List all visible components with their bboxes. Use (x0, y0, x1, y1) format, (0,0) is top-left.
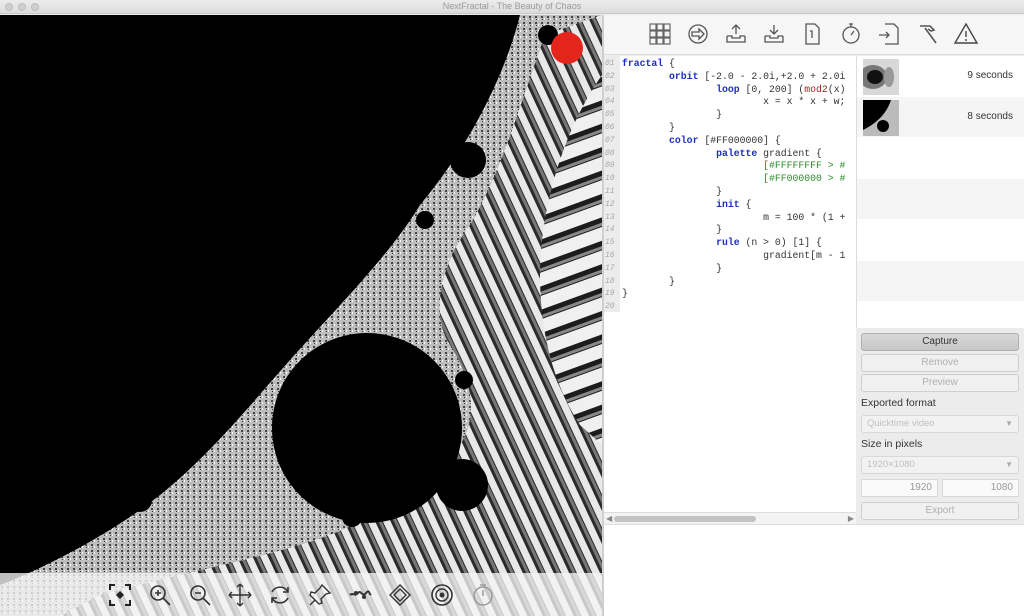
code-text[interactable]: m = 100 * (1 + (622, 212, 845, 225)
line-number: 03 (605, 84, 615, 94)
code-text[interactable]: loop [0, 200] (mod2(x) (622, 84, 845, 97)
job-thumbnail (863, 59, 899, 95)
code-text[interactable]: init { (622, 199, 751, 212)
pin-icon[interactable] (306, 581, 334, 609)
code-text[interactable]: rule (n > 0) [1] { (622, 237, 822, 250)
line-number: 10 (605, 174, 615, 184)
exported-format-label: Exported format (861, 397, 936, 409)
bottom-toolbar (0, 573, 602, 616)
code-text[interactable]: } (622, 288, 628, 301)
editor-horizontal-scrollbar[interactable]: ◀ ▶ (604, 512, 856, 524)
line-number: 15 (605, 238, 615, 248)
code-text[interactable]: palette gradient { (622, 148, 822, 161)
bottom-empty-pane (604, 524, 1024, 616)
top-toolbar (604, 15, 1024, 55)
zoom-in-icon[interactable] (146, 581, 174, 609)
line-number: 08 (605, 148, 615, 158)
export-controls: Capture Remove Preview Exported format Q… (856, 328, 1024, 524)
line-number: 06 (605, 123, 615, 132)
code-text[interactable]: [#FF000000 > # (622, 173, 845, 186)
stopwatch-icon[interactable] (838, 21, 864, 47)
code-text[interactable]: [#FFFFFFFF > # (622, 160, 845, 173)
scroll-left-icon[interactable]: ◀ (606, 514, 612, 523)
code-text[interactable]: } (622, 276, 675, 289)
jobs-list: 9 seconds 8 seconds (856, 56, 1024, 328)
code-editor[interactable]: 01 fractal { 02 orbit [-2.0 - 2.0i,+2.0 + … (604, 56, 856, 512)
size-label: Size in pixels (861, 438, 923, 450)
line-number: 16 (605, 251, 615, 260)
format-select[interactable]: Quicktime video ▼ (861, 415, 1019, 433)
job-thumbnail (863, 100, 899, 136)
code-text[interactable]: orbit [-2.0 - 2.0i,+2.0 + 2.0i (622, 71, 845, 84)
line-number: 07 (605, 135, 615, 145)
document-corner-icon[interactable] (799, 21, 825, 47)
orbit-icon[interactable] (386, 581, 414, 609)
export-button[interactable]: Export (861, 502, 1019, 520)
preview-button[interactable]: Preview (861, 374, 1019, 392)
download-tray-icon[interactable] (761, 21, 787, 47)
width-field[interactable]: 1920 (861, 479, 938, 497)
chevron-down-icon: ▼ (1005, 460, 1013, 469)
rotate-icon[interactable] (266, 581, 294, 609)
julia-icon[interactable] (346, 581, 374, 609)
list-stripe (857, 179, 1024, 219)
line-number: 12 (605, 199, 615, 209)
arrow-right-circle-icon[interactable] (685, 21, 711, 47)
code-text[interactable]: } (622, 186, 722, 199)
line-number: 14 (605, 225, 615, 235)
job-duration: 9 seconds (967, 70, 1013, 81)
import-file-icon[interactable] (876, 21, 902, 47)
size-select[interactable]: 1920×1080 ▼ (861, 456, 1019, 474)
fractal-canvas[interactable] (0, 15, 602, 616)
scroll-right-icon[interactable]: ▶ (848, 514, 854, 523)
line-number: 17 (605, 263, 615, 273)
grid-icon[interactable] (647, 21, 673, 47)
scroll-thumb[interactable] (614, 516, 756, 522)
size-select-value: 1920×1080 (867, 459, 915, 470)
job-duration: 8 seconds (967, 111, 1013, 122)
code-text[interactable]: } (622, 109, 722, 122)
line-number: 20 (605, 302, 615, 312)
line-number: 13 (605, 212, 615, 222)
line-number: 18 (605, 276, 615, 286)
line-number: 04 (605, 97, 615, 107)
window-title: NextFractal - The Beauty of Chaos (442, 1, 582, 11)
upload-tray-icon[interactable] (723, 21, 749, 47)
list-stripe (857, 261, 1024, 301)
recording-indicator (551, 32, 583, 64)
hammer-icon[interactable] (914, 21, 940, 47)
line-number: 19 (605, 289, 615, 299)
select-region-icon[interactable] (106, 581, 134, 609)
line-number: 05 (605, 110, 615, 120)
title-bar: NextFractal - The Beauty of Chaos (0, 0, 1024, 14)
capture-button[interactable]: Capture (861, 333, 1019, 351)
move-icon[interactable] (226, 581, 254, 609)
zoom-out-icon[interactable] (186, 581, 214, 609)
timer-icon[interactable] (469, 581, 497, 609)
chevron-down-icon: ▼ (1005, 419, 1013, 428)
code-text[interactable]: gradient[m - 1 (622, 250, 845, 263)
code-text[interactable]: } (622, 263, 722, 276)
list-item[interactable]: 8 seconds (857, 97, 1024, 137)
capture-icon[interactable] (428, 581, 456, 609)
warning-triangle-icon[interactable] (953, 21, 979, 47)
fractal-image (0, 15, 602, 616)
remove-button[interactable]: Remove (861, 354, 1019, 372)
code-text[interactable]: color [#FF000000] { (622, 135, 781, 148)
code-text[interactable]: } (622, 122, 675, 135)
line-number: 01 (605, 59, 615, 68)
line-number: 09 (605, 161, 615, 171)
format-select-value: Quicktime video (867, 418, 935, 429)
line-number: 11 (605, 187, 615, 196)
code-text[interactable]: } (622, 224, 722, 237)
code-text[interactable]: fractal { (622, 58, 675, 71)
list-item[interactable]: 9 seconds (857, 56, 1024, 96)
height-field[interactable]: 1080 (942, 479, 1019, 497)
code-text[interactable]: x = x * x + w; (622, 96, 845, 109)
line-number: 02 (605, 71, 615, 81)
